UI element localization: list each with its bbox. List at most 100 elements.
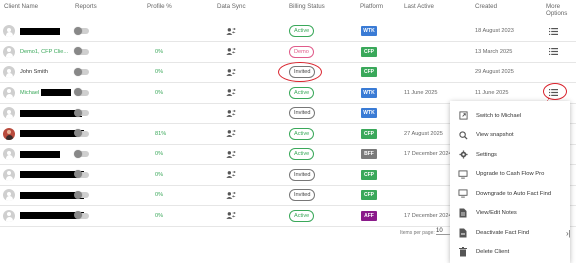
data-sync-icon[interactable] (226, 185, 236, 205)
avatar (3, 107, 15, 119)
downgrade-icon (458, 189, 468, 199)
col-client-name[interactable]: Client Name (4, 3, 38, 10)
platform-badge: WTK (361, 26, 377, 36)
col-platform[interactable]: Platform (360, 3, 383, 10)
platform-badge: CFP (361, 128, 377, 139)
reports-toggle[interactable] (74, 129, 89, 137)
reports-toggle[interactable] (74, 190, 89, 199)
reports-toggle[interactable] (74, 88, 89, 96)
col-reports[interactable]: Reports (75, 3, 97, 10)
menu-item-label: Settings (476, 151, 497, 158)
upgrade-icon (458, 169, 468, 179)
reports-toggle[interactable] (74, 26, 89, 35)
redacted-name (41, 89, 72, 96)
client-name[interactable]: John Smith (20, 69, 48, 75)
table-header: Client Name Reports Profile % Data Sync … (0, 0, 576, 18)
status-badge: Active (289, 127, 315, 140)
redacted-name (20, 27, 60, 35)
reports-toggle[interactable] (74, 170, 89, 178)
menu-item-label: Upgrade to Cash Flow Pro (476, 171, 545, 177)
data-sync-icon[interactable] (226, 21, 236, 41)
data-sync-icon[interactable] (226, 83, 236, 103)
col-profile[interactable]: Profile % (147, 3, 172, 10)
avatar (3, 209, 15, 222)
menu-item-label: Deactivate Fact Find (476, 229, 530, 236)
data-sync-icon[interactable] (226, 124, 236, 144)
platform-badge: CFP (361, 190, 377, 200)
data-sync-icon[interactable] (226, 144, 236, 164)
platform-badge: WTK (361, 108, 377, 118)
avatar (3, 189, 15, 201)
client-name[interactable]: Demo1, CFP Clie... (20, 49, 68, 55)
trash-icon (458, 247, 468, 257)
col-last-active[interactable]: Last Active (404, 3, 434, 10)
menu-item-label: View snapshot (476, 132, 514, 138)
status-badge: Demo (289, 45, 314, 58)
last-page-button[interactable]: ›| (566, 229, 571, 238)
profile-percent: 0% (155, 48, 164, 55)
status-badge: Invited (289, 189, 316, 201)
switch-user-icon (458, 111, 468, 121)
avatar (3, 127, 15, 140)
reports-toggle[interactable] (74, 67, 89, 76)
menu-item[interactable]: View/Edit Notes (450, 204, 570, 223)
avatar (3, 25, 15, 37)
platform-badge: BFF (361, 149, 377, 159)
avatar (3, 66, 15, 78)
col-billing-status[interactable]: Billing Status (289, 3, 325, 10)
deactivate-icon (458, 228, 468, 238)
notes-icon (458, 208, 468, 218)
platform-badge: WTK (361, 87, 377, 98)
avatar (3, 86, 15, 99)
platform-badge: CFP (361, 169, 377, 180)
profile-percent: 0% (155, 89, 164, 96)
profile-percent: 0% (155, 192, 164, 198)
data-sync-icon[interactable] (226, 103, 236, 123)
data-sync-icon[interactable] (226, 62, 236, 82)
menu-item-label: Downgrade to Auto Fact Find (476, 190, 552, 197)
data-sync-icon[interactable] (226, 165, 236, 185)
menu-item[interactable]: Delete Client (450, 243, 570, 262)
reports-toggle[interactable] (74, 149, 89, 158)
col-created[interactable]: Created (475, 3, 497, 10)
menu-item[interactable]: Upgrade to Cash Flow Pro (450, 165, 570, 184)
created-date: 29 August 2025 (475, 69, 514, 75)
items-per-page-select[interactable]: 10 (436, 228, 450, 235)
table-row[interactable]: Active WTK 18 August 2023 (0, 21, 576, 42)
profile-percent: 0% (155, 151, 164, 157)
profile-percent: 0% (155, 212, 164, 219)
menu-item[interactable]: Downgrade to Auto Fact Find (450, 184, 570, 203)
more-options-icon[interactable] (549, 21, 558, 41)
table-row[interactable]: Demo1, CFP Clie... 0% Demo CFP 13 March … (0, 42, 576, 63)
last-active-date: 11 June 2025 (404, 89, 438, 96)
data-sync-icon[interactable] (226, 42, 236, 62)
col-data-sync[interactable]: Data Sync (217, 3, 246, 10)
items-per-page-label: Items per page: (400, 230, 435, 236)
reports-toggle[interactable] (74, 47, 89, 55)
last-active-date: 27 August 2025 (404, 130, 443, 137)
data-sync-icon[interactable] (226, 206, 236, 226)
menu-item[interactable]: Deactivate Fact Find (450, 223, 570, 242)
client-name[interactable]: Michael (20, 90, 39, 96)
menu-item[interactable]: View snapshot (450, 126, 570, 145)
status-badge: Invited (289, 107, 316, 119)
gear-icon (458, 150, 468, 160)
avatar (3, 148, 15, 160)
created-date: 18 August 2023 (475, 28, 514, 34)
status-badge: Active (289, 25, 315, 37)
created-date: 13 March 2025 (475, 48, 513, 55)
profile-percent: 0% (155, 171, 164, 178)
avatar (3, 168, 15, 181)
status-badge: Invited (289, 168, 316, 181)
reports-toggle[interactable] (74, 211, 89, 219)
redacted-name (20, 109, 82, 117)
last-active-date: 17 December 2024 (404, 212, 452, 219)
platform-badge: AFF (361, 210, 377, 221)
more-options-icon[interactable] (549, 42, 558, 62)
platform-badge: CFP (361, 46, 377, 57)
menu-item[interactable]: Switch to Michael (450, 106, 570, 125)
col-more-options: More Options (546, 3, 568, 17)
status-badge: Active (289, 209, 315, 222)
menu-item[interactable]: Settings (450, 145, 570, 164)
reports-toggle[interactable] (74, 108, 89, 117)
